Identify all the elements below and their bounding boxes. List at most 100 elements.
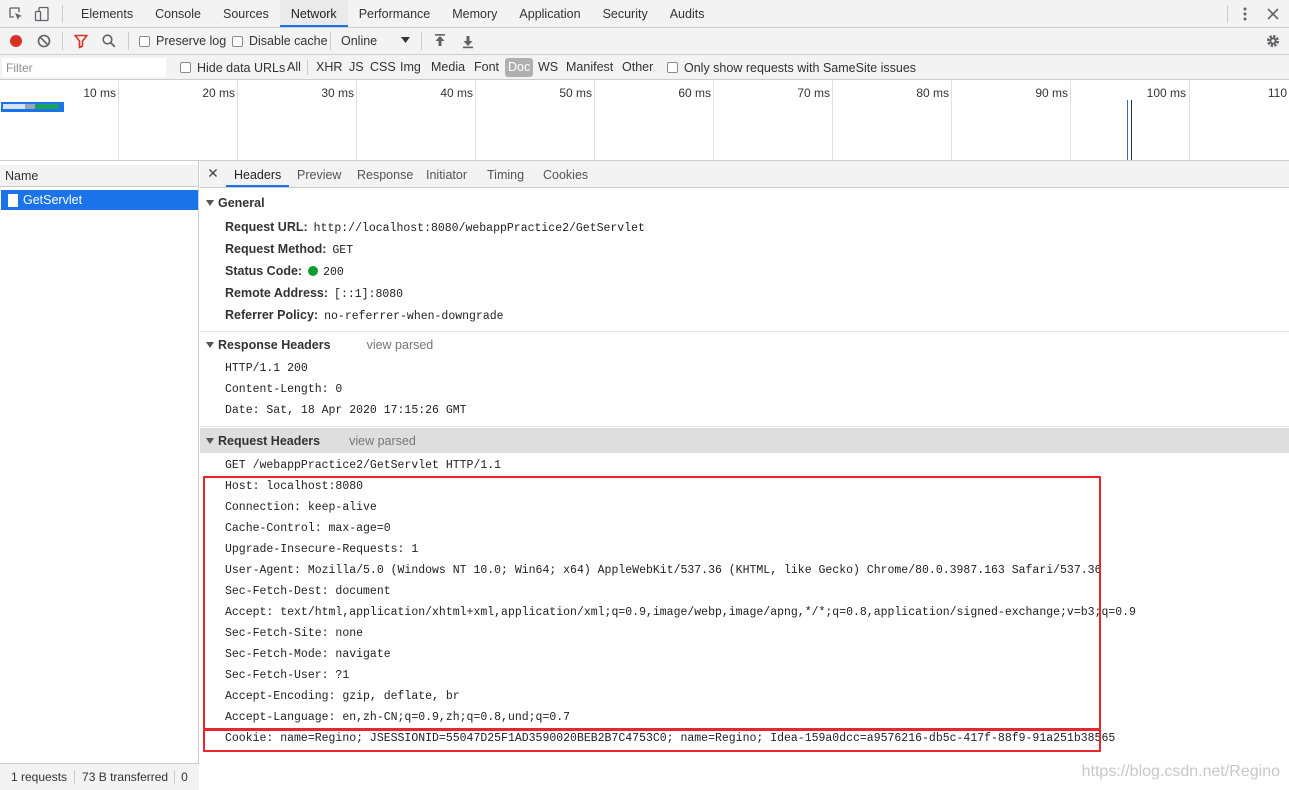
preserve-log-checkbox[interactable]	[139, 35, 150, 47]
status-divider	[74, 770, 76, 784]
grid-line	[951, 80, 952, 160]
close-devtools-icon[interactable]	[1265, 6, 1281, 22]
status-divider	[174, 770, 176, 784]
more-options-icon[interactable]	[1237, 6, 1253, 22]
tab-preview[interactable]: Preview	[289, 161, 349, 187]
filter-type-img[interactable]: Img	[397, 58, 424, 77]
toolbar-divider	[307, 60, 308, 75]
row-value: [::1]:8080	[334, 288, 404, 301]
network-toolbar: Preserve log Disable cache Online	[0, 28, 1289, 55]
filter-type-css[interactable]: CSS	[367, 58, 399, 77]
view-parsed-link[interactable]: view parsed	[367, 338, 434, 352]
detail-tab-strip: Headers Preview Response Initiator Timin…	[200, 161, 1289, 188]
disable-cache-checkbox[interactable]	[232, 35, 243, 47]
hide-data-urls-label: Hide data URLs	[197, 60, 286, 75]
response-header-line: Content-Length: 0	[225, 383, 343, 396]
filter-type-all[interactable]: All	[284, 58, 304, 77]
tab-headers[interactable]: Headers	[226, 161, 290, 187]
request-row[interactable]: GetServlet	[1, 190, 198, 210]
general-row-request-url: Request URL: http://localhost:8080/webapp…	[225, 218, 645, 236]
filter-input[interactable]	[2, 58, 166, 77]
hide-data-urls-toggle[interactable]: Hide data URLs	[180, 55, 285, 80]
filter-icon[interactable]	[73, 33, 89, 49]
import-har-icon[interactable]	[432, 33, 448, 49]
general-row-referrer-policy: Referrer Policy: no-referrer-when-downgra…	[225, 306, 504, 324]
throttling-select[interactable]: Online	[341, 28, 411, 54]
view-parsed-link[interactable]: view parsed	[349, 434, 416, 448]
tab-performance[interactable]: Performance	[348, 0, 442, 27]
filter-type-media[interactable]: Media	[428, 58, 468, 77]
request-header-line: Upgrade-Insecure-Requests: 1	[225, 543, 419, 556]
close-icon[interactable]	[208, 168, 218, 178]
samesite-toggle[interactable]: Only show requests with SameSite issues	[667, 55, 916, 80]
tab-application[interactable]: Application	[508, 0, 591, 27]
hide-data-urls-checkbox[interactable]	[180, 62, 191, 73]
tab-sources[interactable]: Sources	[212, 0, 280, 27]
tab-timing[interactable]: Timing	[479, 161, 532, 187]
disable-cache-toggle[interactable]: Disable cache	[232, 28, 328, 54]
tab-response[interactable]: Response	[349, 161, 421, 187]
record-icon[interactable]	[8, 33, 24, 49]
collapse-triangle-icon	[206, 200, 214, 206]
tab-elements[interactable]: Elements	[70, 0, 144, 27]
request-header-line: Accept: text/html,application/xhtml+xml,…	[225, 606, 1136, 619]
tick-label: 110	[1267, 86, 1287, 100]
search-icon[interactable]	[101, 33, 117, 49]
export-har-icon[interactable]	[460, 33, 476, 49]
toolbar-divider	[330, 32, 331, 50]
tab-console[interactable]: Console	[144, 0, 212, 27]
collapse-triangle-icon	[206, 437, 214, 444]
filter-type-manifest[interactable]: Manifest	[563, 58, 616, 77]
tab-security[interactable]: Security	[592, 0, 659, 27]
filter-type-xhr[interactable]: XHR	[313, 58, 345, 77]
request-list: Name GetServlet 1 requests 73 B transfer…	[0, 161, 199, 790]
request-header-line: Connection: keep-alive	[225, 501, 377, 514]
response-headers-section-header[interactable]: Response Headers view parsed	[200, 333, 1289, 357]
clear-icon[interactable]	[36, 33, 52, 49]
tab-cookies[interactable]: Cookies	[535, 161, 596, 187]
inspect-element-icon[interactable]	[8, 6, 24, 22]
grid-line	[1070, 80, 1071, 160]
row-key: Remote Address:	[225, 286, 329, 300]
filter-type-js[interactable]: JS	[346, 58, 367, 77]
preserve-log-toggle[interactable]: Preserve log	[139, 28, 226, 54]
general-row-request-method: Request Method: GET	[225, 240, 353, 258]
waterfall-segment-queue	[3, 104, 25, 109]
tab-network[interactable]: Network	[279, 0, 348, 27]
row-key: Request Method:	[225, 242, 327, 256]
tick-label: 50 ms	[559, 86, 592, 100]
toolbar-divider	[128, 32, 129, 50]
tick-label: 70 ms	[797, 86, 830, 100]
request-headers-title: Request Headers	[218, 433, 321, 448]
watermark-text: https://blog.csdn.net/Regino	[1081, 763, 1280, 780]
request-header-line: Cookie: name=Regino; JSESSIONID=55047D25…	[225, 732, 1116, 745]
tab-initiator[interactable]: Initiator	[418, 161, 475, 187]
filter-type-ws[interactable]: WS	[535, 58, 561, 77]
grid-line	[832, 80, 833, 160]
tick-label: 60 ms	[678, 86, 711, 100]
grid-line	[475, 80, 476, 160]
overview-timeline[interactable]: 10 ms 20 ms 30 ms 40 ms 50 ms 60 ms 70 m…	[0, 80, 1289, 161]
general-section-header[interactable]: General	[200, 191, 1289, 215]
filter-type-font[interactable]: Font	[471, 58, 502, 77]
grid-line	[356, 80, 357, 160]
request-headers-section-header[interactable]: Request Headers view parsed	[200, 428, 1289, 453]
request-header-line: Cache-Control: max-age=0	[225, 522, 391, 535]
load-line	[1131, 100, 1132, 160]
tab-audits[interactable]: Audits	[659, 0, 716, 27]
samesite-checkbox[interactable]	[667, 62, 678, 73]
filter-type-other[interactable]: Other	[619, 58, 656, 77]
request-header-line: Accept-Language: en,zh-CN;q=0.9,zh;q=0.8…	[225, 711, 571, 724]
column-name[interactable]: Name	[5, 169, 38, 183]
tab-memory[interactable]: Memory	[441, 0, 508, 27]
gear-icon[interactable]	[1265, 33, 1281, 49]
disable-cache-label: Disable cache	[249, 34, 328, 48]
chevron-down-icon	[401, 37, 410, 44]
filter-type-doc[interactable]: Doc	[505, 58, 534, 77]
grid-line	[118, 80, 119, 160]
status-extra: 0	[181, 770, 188, 784]
request-list-header: Name	[0, 165, 198, 187]
tick-label: 40 ms	[440, 86, 473, 100]
device-toolbar-icon[interactable]	[34, 6, 50, 22]
section-divider	[200, 331, 1289, 332]
